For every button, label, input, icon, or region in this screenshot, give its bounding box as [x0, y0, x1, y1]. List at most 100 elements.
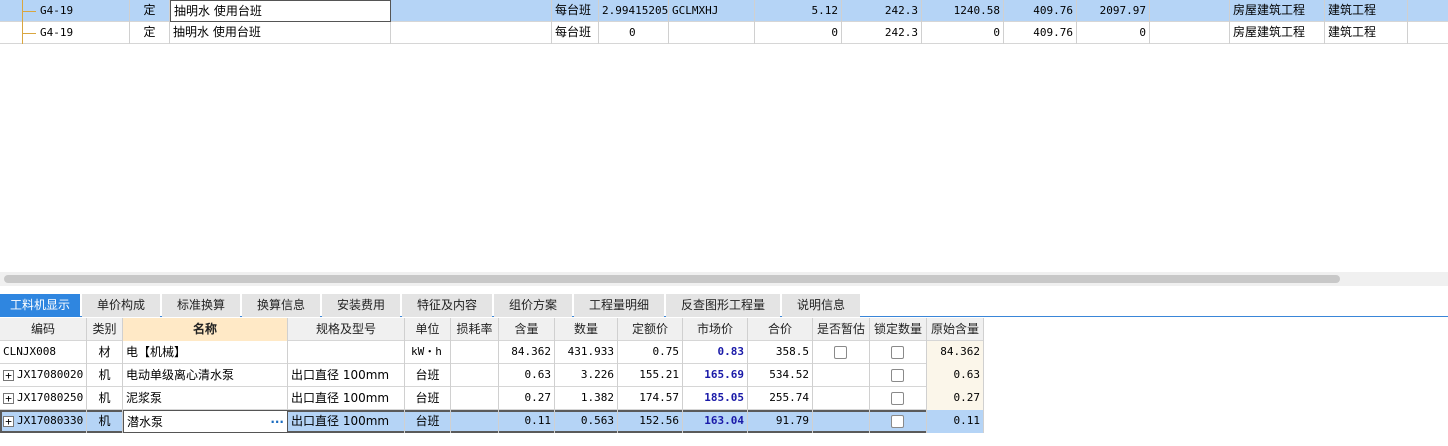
- resource-market-price[interactable]: 0.83: [683, 341, 748, 364]
- quota-total2[interactable]: 0: [1077, 22, 1150, 44]
- quota-unit[interactable]: 每台班: [552, 22, 599, 44]
- lock-qty-checkbox-icon[interactable]: [891, 392, 904, 405]
- tab-labor-material-machine[interactable]: 工料机显示: [0, 294, 80, 317]
- col-total[interactable]: 合价: [748, 318, 813, 341]
- resource-code-cell[interactable]: + JX17080330: [0, 410, 87, 433]
- resource-loss-rate[interactable]: [451, 341, 499, 364]
- tab-unit-price-composition[interactable]: 单价构成: [82, 294, 160, 317]
- resource-name[interactable]: 电动单级离心清水泵: [123, 364, 288, 387]
- lock-qty-checkbox-icon[interactable]: [891, 369, 904, 382]
- resource-code-cell[interactable]: + JX17080020: [0, 364, 87, 387]
- resource-row[interactable]: + JX17080250 机 泥浆泵 出口直径 100mm 台班 0.27 1.3…: [0, 387, 984, 410]
- resource-quota-price[interactable]: 155.21: [618, 364, 683, 387]
- expand-plus-box-icon[interactable]: +: [3, 370, 14, 381]
- resource-content[interactable]: 0.27: [499, 387, 555, 410]
- col-orig-content[interactable]: 原始含量: [927, 318, 984, 341]
- col-type[interactable]: 类别: [87, 318, 123, 341]
- quota-qty[interactable]: 5.12: [755, 0, 842, 22]
- quota-type[interactable]: 定: [130, 22, 170, 44]
- more-ellipsis-icon[interactable]: ···: [270, 411, 284, 432]
- horizontal-scrollbar[interactable]: [0, 272, 1448, 286]
- quota-code-cell[interactable]: G4-19: [0, 22, 130, 44]
- resource-content[interactable]: 0.63: [499, 364, 555, 387]
- quota-total[interactable]: 1240.58: [922, 0, 1004, 22]
- quota-spec[interactable]: [391, 22, 552, 44]
- resource-orig-content[interactable]: 84.362: [927, 341, 984, 364]
- resource-code[interactable]: CLNJX008: [0, 341, 87, 364]
- quota-unit-price2[interactable]: 409.76: [1004, 22, 1077, 44]
- quota-unit-price2[interactable]: 409.76: [1004, 0, 1077, 22]
- col-content[interactable]: 含量: [499, 318, 555, 341]
- resource-unit[interactable]: 台班: [405, 387, 451, 410]
- quota-price[interactable]: 242.3: [842, 22, 922, 44]
- is-estimate-checkbox-icon[interactable]: [834, 346, 847, 359]
- quota-category[interactable]: 建筑工程: [1325, 22, 1408, 44]
- tab-quantity-detail[interactable]: 工程量明细: [574, 294, 664, 317]
- scrollbar-thumb[interactable]: [4, 275, 1340, 283]
- resource-quantity[interactable]: 0.563: [555, 410, 618, 433]
- quota-row[interactable]: G4-19 定 抽明水 使用台班 每台班 0 0 242.3 0 409.76 …: [0, 22, 1448, 44]
- tab-conversion-info[interactable]: 换算信息: [242, 294, 320, 317]
- tab-graphic-quantity-lookup[interactable]: 反查图形工程量: [666, 294, 780, 317]
- resource-code-cell[interactable]: + JX17080250: [0, 387, 87, 410]
- quota-type[interactable]: 定: [130, 0, 170, 22]
- resource-name[interactable]: 泥浆泵: [123, 387, 288, 410]
- resource-row[interactable]: + JX17080330 机 潜水泵 ··· 出口直径 100mm 台班 0.11…: [0, 410, 984, 433]
- quota-blank[interactable]: [1150, 0, 1230, 22]
- tab-standard-conversion[interactable]: 标准换算: [162, 294, 240, 317]
- resource-row[interactable]: CLNJX008 材 电【机械】 kW・h 84.362 431.933 0.7…: [0, 341, 984, 364]
- lock-qty-checkbox-icon[interactable]: [891, 346, 904, 359]
- resource-type[interactable]: 机: [87, 364, 123, 387]
- resource-total[interactable]: 534.52: [748, 364, 813, 387]
- lock-qty-checkbox-icon[interactable]: [891, 415, 904, 428]
- resource-market-price[interactable]: 163.04: [683, 410, 748, 433]
- expand-plus-box-icon[interactable]: +: [3, 393, 14, 404]
- resource-market-price[interactable]: 185.05: [683, 387, 748, 410]
- resource-orig-content[interactable]: 0.63: [927, 364, 984, 387]
- col-loss-rate[interactable]: 损耗率: [451, 318, 499, 341]
- quota-category[interactable]: 建筑工程: [1325, 0, 1408, 22]
- resource-type[interactable]: 机: [87, 410, 123, 433]
- resource-quota-price[interactable]: 0.75: [618, 341, 683, 364]
- resource-spec[interactable]: [288, 341, 405, 364]
- quota-qty-expr[interactable]: 0: [599, 22, 669, 44]
- resource-row[interactable]: + JX17080020 机 电动单级离心清水泵 出口直径 100mm 台班 0.…: [0, 364, 984, 387]
- resource-spec[interactable]: 出口直径 100mm: [288, 364, 405, 387]
- resource-type[interactable]: 机: [87, 387, 123, 410]
- resource-total[interactable]: 358.5: [748, 341, 813, 364]
- col-market-price[interactable]: 市场价: [683, 318, 748, 341]
- quota-code-cell[interactable]: G4-19: [0, 0, 130, 22]
- tab-description[interactable]: 说明信息: [782, 294, 860, 317]
- resource-orig-content[interactable]: 0.11: [927, 410, 984, 433]
- resource-content[interactable]: 0.11: [499, 410, 555, 433]
- quota-project-type[interactable]: 房屋建筑工程: [1230, 0, 1325, 22]
- col-lock-qty[interactable]: 锁定数量: [870, 318, 927, 341]
- resource-unit[interactable]: 台班: [405, 364, 451, 387]
- resource-orig-content[interactable]: 0.27: [927, 387, 984, 410]
- col-name[interactable]: 名称: [123, 318, 288, 341]
- col-unit[interactable]: 单位: [405, 318, 451, 341]
- quota-price[interactable]: 242.3: [842, 0, 922, 22]
- resource-quantity[interactable]: 431.933: [555, 341, 618, 364]
- quota-total[interactable]: 0: [922, 22, 1004, 44]
- quota-name[interactable]: 抽明水 使用台班: [170, 22, 391, 44]
- tab-pricing-scheme[interactable]: 组价方案: [494, 294, 572, 317]
- resource-type[interactable]: 材: [87, 341, 123, 364]
- resource-content[interactable]: 84.362: [499, 341, 555, 364]
- resource-quota-price[interactable]: 152.56: [618, 410, 683, 433]
- col-is-estimate[interactable]: 是否暂估: [813, 318, 870, 341]
- quota-spec[interactable]: [391, 0, 552, 22]
- resource-unit[interactable]: 台班: [405, 410, 451, 433]
- resource-name[interactable]: 电【机械】: [123, 341, 288, 364]
- quota-name-input[interactable]: 抽明水 使用台班: [170, 0, 391, 22]
- expand-plus-box-icon[interactable]: +: [3, 416, 14, 427]
- col-quota-price[interactable]: 定额价: [618, 318, 683, 341]
- quota-blank[interactable]: [1150, 22, 1230, 44]
- quota-qty-expr[interactable]: 2.99415205: [599, 0, 669, 22]
- resource-total[interactable]: 91.79: [748, 410, 813, 433]
- resource-loss-rate[interactable]: [451, 364, 499, 387]
- resource-loss-rate[interactable]: [451, 410, 499, 433]
- tab-installation-fee[interactable]: 安装费用: [322, 294, 400, 317]
- resource-loss-rate[interactable]: [451, 387, 499, 410]
- tab-features-content[interactable]: 特征及内容: [402, 294, 492, 317]
